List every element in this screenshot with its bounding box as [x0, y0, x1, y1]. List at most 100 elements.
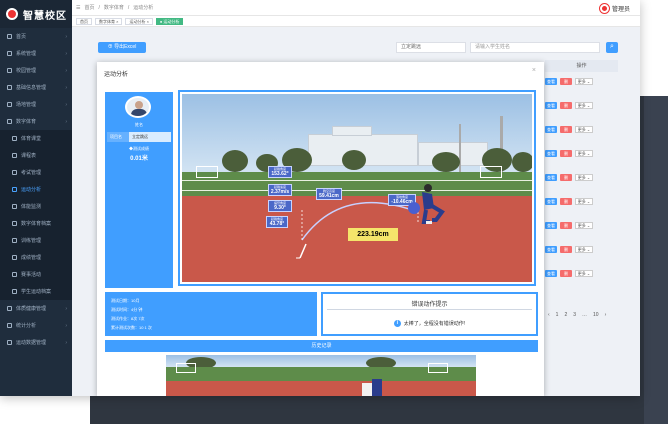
project-key: 项目名: [110, 134, 122, 139]
top-header: ☰ 首页 / 数字体育 / 运动分析 管理员: [72, 0, 640, 16]
tag-digital-sports[interactable]: 数字体育 ×: [95, 17, 123, 25]
row-view-button[interactable]: 查看: [545, 125, 557, 133]
pager-item[interactable]: ›: [605, 312, 607, 318]
row-more-button[interactable]: 更多 ⌄: [575, 197, 593, 205]
screenshot-stage: 智慧校区 首页 › 系统管理 › 校园管理 › 基础信息管理 › 场地管理 › 数字体育 › 体育课堂课…: [0, 0, 668, 424]
logo-text: 智慧校区: [23, 10, 67, 22]
breadcrumb-home[interactable]: 首页: [84, 4, 94, 11]
sidebar-item[interactable]: 系统管理 ›: [0, 45, 72, 62]
sidebar-item[interactable]: 学生运动档案: [0, 283, 72, 300]
row-more-button[interactable]: 更多 ⌄: [575, 101, 593, 109]
close-icon[interactable]: ×: [532, 67, 536, 74]
project-select[interactable]: 立定跳远: [396, 42, 466, 53]
sidebar-item[interactable]: 数字体育 ›: [0, 113, 72, 130]
tag-motion-analysis[interactable]: 运动分析 ×: [125, 17, 153, 25]
table-row: 查看删更多 ⌄: [545, 100, 618, 110]
sidebar-item[interactable]: 体质健康管理 ›: [0, 300, 72, 317]
history-video-preview[interactable]: [166, 355, 476, 396]
row-more-button[interactable]: 更多 ⌄: [575, 77, 593, 85]
menu-item-icon: [7, 51, 12, 56]
export-button[interactable]: ⊕ 导出Excel: [98, 42, 146, 53]
row-more-button[interactable]: 更多 ⌄: [575, 125, 593, 133]
row-view-button[interactable]: 查看: [545, 101, 557, 109]
breadcrumb-page: 运动分析: [133, 5, 154, 11]
row-delete-button[interactable]: 删: [560, 101, 572, 109]
table-row: 查看删更多 ⌄: [545, 268, 618, 278]
sidebar-item[interactable]: 运动数据管理 ›: [0, 334, 72, 351]
table-header-actions: 操作: [545, 60, 618, 72]
pager-item[interactable]: 10: [593, 312, 599, 318]
row-more-button[interactable]: 更多 ⌄: [575, 149, 593, 157]
sidebar-item[interactable]: 数字体育档案: [0, 215, 72, 232]
stat-line: 累计测试次数：10 1 次: [111, 325, 152, 330]
sidebar-item[interactable]: 运动分析: [0, 181, 72, 198]
row-delete-button[interactable]: 删: [560, 173, 572, 181]
sidebar-item-label: 数字体育: [16, 119, 37, 125]
analysis-video[interactable]: 起跳角度 153.62° 起跳速度 2.37m/s 摆臂角度 9.30° 起跳角度 43…: [178, 90, 536, 286]
table-row: 查看删更多 ⌄: [545, 244, 618, 254]
jump-distance-badge: 223.19cm: [348, 228, 398, 241]
sidebar-item-label: 赛事活动: [21, 272, 42, 278]
sidebar-item-label: 学生运动档案: [21, 289, 52, 295]
row-more-button[interactable]: 更多 ⌄: [575, 245, 593, 253]
menu-item-icon: [7, 85, 12, 90]
pagination: ‹ 1 2 3 … 10 ›: [548, 312, 606, 318]
search-input[interactable]: 请输入学生姓名: [470, 42, 600, 53]
row-more-button[interactable]: 更多 ⌄: [575, 269, 593, 277]
menu-toggle-icon[interactable]: ☰: [76, 5, 80, 11]
pager-item[interactable]: ‹: [548, 312, 550, 318]
sidebar-item-label: 系统管理: [16, 51, 37, 57]
pager-item[interactable]: …: [582, 312, 587, 318]
menu-item-icon: [12, 136, 17, 141]
row-delete-button[interactable]: 删: [560, 197, 572, 205]
row-delete-button[interactable]: 删: [560, 221, 572, 229]
chevron-icon: ›: [65, 101, 67, 108]
menu-item-icon: [12, 221, 17, 226]
sidebar-item[interactable]: 校园管理 ›: [0, 62, 72, 79]
sidebar-item-label: 基础信息管理: [16, 85, 47, 91]
row-delete-button[interactable]: 删: [560, 125, 572, 133]
history-button[interactable]: 历史记录: [105, 340, 538, 352]
pager-item[interactable]: 3: [573, 312, 576, 318]
tag-home[interactable]: 首页: [76, 17, 92, 25]
breadcrumb-section[interactable]: 数字体育: [104, 4, 124, 11]
sidebar-item[interactable]: 场地管理 ›: [0, 96, 72, 113]
row-delete-button[interactable]: 删: [560, 245, 572, 253]
sidebar-item[interactable]: 课程表: [0, 147, 72, 164]
sidebar-item[interactable]: 首页 ›: [0, 28, 72, 45]
row-view-button[interactable]: 查看: [545, 197, 557, 205]
sidebar-item-label: 体质健康管理: [16, 306, 47, 312]
row-view-button[interactable]: 查看: [545, 173, 557, 181]
app-logo[interactable]: 智慧校区: [0, 0, 72, 28]
row-more-button[interactable]: 更多 ⌄: [575, 221, 593, 229]
row-delete-button[interactable]: 删: [560, 77, 572, 85]
pager-item[interactable]: 1: [556, 312, 559, 318]
row-more-button[interactable]: 更多 ⌄: [575, 173, 593, 181]
sidebar-item[interactable]: 统计分析 ›: [0, 317, 72, 334]
row-delete-button[interactable]: 删: [560, 269, 572, 277]
row-view-button[interactable]: 查看: [545, 221, 557, 229]
row-view-button[interactable]: 查看: [545, 269, 557, 277]
row-view-button[interactable]: 查看: [545, 149, 557, 157]
row-view-button[interactable]: 查看: [545, 245, 557, 253]
tag-current[interactable]: ● 运动分析: [155, 17, 184, 25]
sidebar-item[interactable]: 成绩管理: [0, 249, 72, 266]
sidebar-item[interactable]: 体能监测: [0, 198, 72, 215]
sidebar-item[interactable]: 赛事活动: [0, 266, 72, 283]
menu-item-icon: [12, 187, 17, 192]
tips-message-row: i 太棒了，全程没有错误动作!: [323, 320, 536, 327]
user-menu[interactable]: 管理员: [599, 4, 630, 13]
sidebar-item-label: 运动数据管理: [16, 340, 47, 346]
sidebar-item[interactable]: 考试管理: [0, 164, 72, 181]
chevron-icon: ›: [65, 50, 67, 57]
pager-item[interactable]: 2: [564, 312, 567, 318]
row-delete-button[interactable]: 删: [560, 149, 572, 157]
sidebar-item[interactable]: 训练管理: [0, 232, 72, 249]
app-window: 智慧校区 首页 › 系统管理 › 校园管理 › 基础信息管理 › 场地管理 › 数字体育 › 体育课堂课…: [0, 0, 640, 396]
row-view-button[interactable]: 查看: [545, 77, 557, 85]
sidebar-item[interactable]: 体育课堂: [0, 130, 72, 147]
menu-item-icon: [7, 34, 12, 39]
search-icon[interactable]: ⌕: [606, 42, 618, 53]
sidebar-item[interactable]: 基础信息管理 ›: [0, 79, 72, 96]
table-row: 查看删更多 ⌄: [545, 196, 618, 206]
